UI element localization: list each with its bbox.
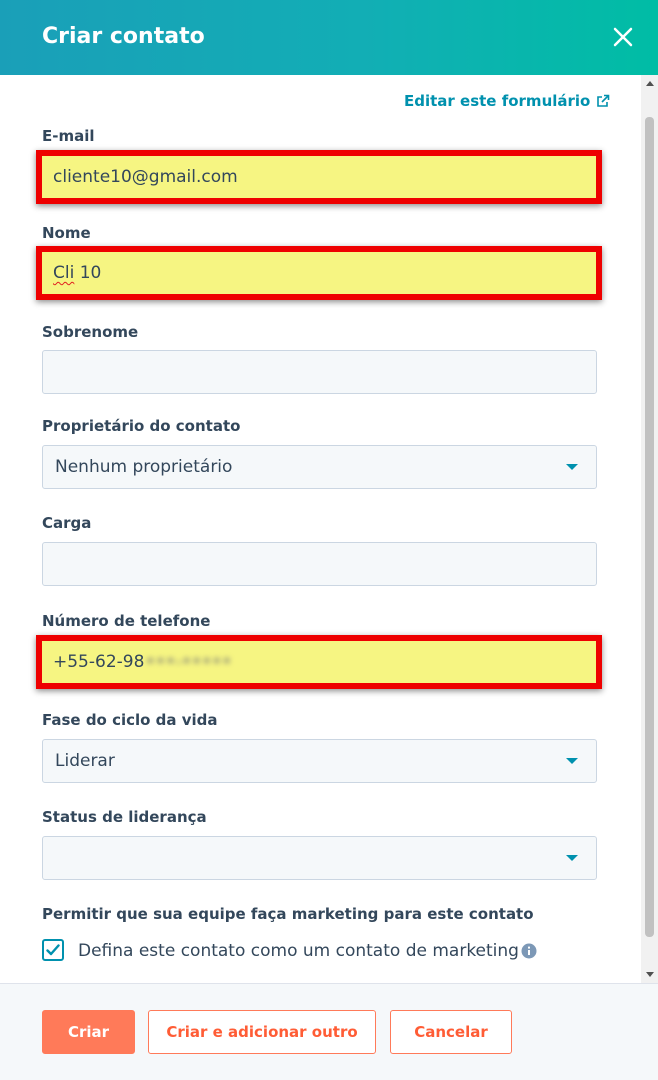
- marketing-heading: Permitir que sua equipe faça marketing p…: [42, 905, 534, 923]
- scrollbar-thumb[interactable]: [645, 117, 654, 937]
- edit-form-link[interactable]: Editar este formulário: [404, 92, 610, 110]
- phone-value: +55-62-98: [53, 652, 145, 672]
- first-name-label: Nome: [42, 224, 91, 242]
- job-field[interactable]: [42, 542, 597, 586]
- chevron-down-icon: [566, 855, 578, 861]
- first-name-field[interactable]: Cli 10: [36, 246, 602, 300]
- first-name-value: Cli 10: [53, 263, 101, 283]
- lead-status-label: Status de liderança: [42, 808, 207, 826]
- email-label: E-mail: [42, 127, 95, 145]
- chevron-down-icon: [566, 464, 578, 470]
- dialog-header: Criar contato: [0, 0, 658, 75]
- checkmark-icon: [46, 944, 60, 956]
- job-label: Carga: [42, 514, 92, 532]
- dialog-title: Criar contato: [42, 24, 205, 49]
- create-button[interactable]: Criar: [42, 1010, 135, 1054]
- owner-value: Nenhum proprietário: [55, 457, 233, 477]
- scrollbar[interactable]: [641, 75, 658, 983]
- chevron-down-icon: [566, 758, 578, 764]
- misspelled-word: Cli: [53, 263, 75, 283]
- scroll-up-arrow-icon[interactable]: [641, 75, 658, 92]
- marketing-checkbox[interactable]: [42, 939, 64, 961]
- external-link-icon: [597, 94, 610, 107]
- close-icon[interactable]: [608, 22, 638, 52]
- owner-label: Proprietário do contato: [42, 417, 241, 435]
- lifecycle-select[interactable]: Liderar: [42, 739, 597, 783]
- edit-form-link-label: Editar este formulário: [404, 92, 591, 110]
- first-name-value-rest: 10: [74, 263, 102, 283]
- last-name-label: Sobrenome: [42, 323, 139, 341]
- owner-select[interactable]: Nenhum proprietário: [42, 445, 597, 489]
- phone-field[interactable]: +55-62-98 •••-•••••: [36, 635, 602, 689]
- email-value: cliente10@gmail.com: [53, 167, 238, 187]
- email-field[interactable]: cliente10@gmail.com: [36, 150, 602, 204]
- lifecycle-value: Liderar: [55, 751, 115, 771]
- lead-status-select[interactable]: [42, 836, 597, 880]
- marketing-checkbox-label: Defina este contato como um contato de m…: [78, 941, 519, 961]
- phone-label: Número de telefone: [42, 612, 211, 630]
- last-name-field[interactable]: [42, 350, 597, 394]
- info-icon[interactable]: [521, 943, 537, 959]
- phone-value-redacted: •••-•••••: [145, 652, 232, 672]
- create-and-add-button[interactable]: Criar e adicionar outro: [148, 1010, 376, 1054]
- cancel-button[interactable]: Cancelar: [390, 1010, 512, 1054]
- scroll-down-arrow-icon[interactable]: [641, 966, 658, 983]
- lifecycle-label: Fase do ciclo da vida: [42, 711, 218, 729]
